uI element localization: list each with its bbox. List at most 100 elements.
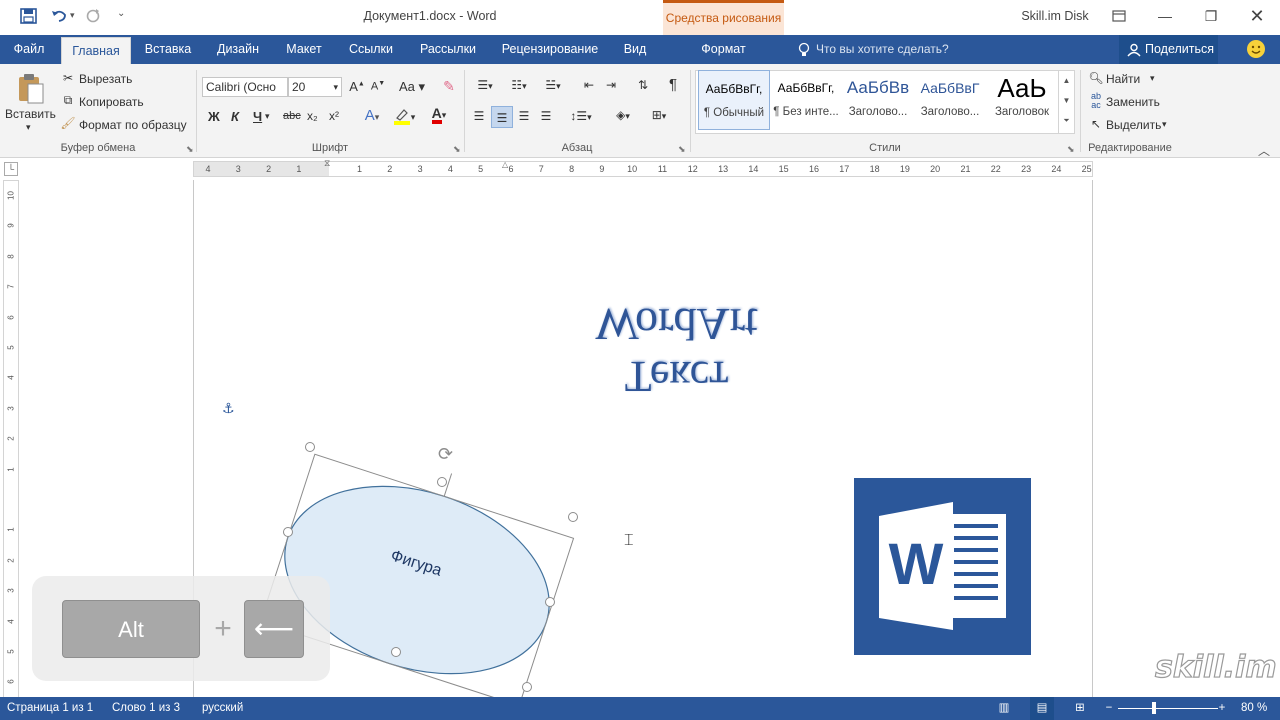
smiley-feedback-icon[interactable] [1247,40,1265,58]
zoom-in-icon[interactable]: + [1216,697,1228,720]
tab-stop-marker-icon[interactable]: △ [502,160,508,169]
web-layout-icon[interactable]: ⊞ [1070,697,1090,720]
bold-button[interactable]: Ж [208,109,220,124]
borders-icon[interactable]: ⊞▾ [644,108,674,122]
align-left-icon[interactable]: ☰ [470,109,488,123]
paste-dropdown-icon[interactable]: ▾ [26,122,31,133]
clear-formatting-icon[interactable]: ✎ [440,78,458,95]
find-dropdown-icon[interactable]: ▾ [1150,73,1155,84]
style-title[interactable]: АаЬ Заголовок [986,70,1058,130]
style-normal[interactable]: АаБбВвГг, ¶ Обычный [698,70,770,130]
plus-sign: + [214,612,232,645]
anchor-icon: ⚓ [222,400,235,416]
tell-me-input[interactable]: Что вы хотите сделать? [816,35,949,64]
superscript-button[interactable]: x² [329,109,339,123]
save-icon[interactable] [20,8,38,24]
shading-icon[interactable]: ◈▾ [608,108,638,122]
style-no-spacing[interactable]: АаБбВвГг, ¶ Без инте... [770,70,842,130]
tab-layout[interactable]: Макет [276,35,332,64]
shrink-font-icon[interactable]: A▼ [369,80,387,93]
ruler-tick-label: 2 [266,164,272,174]
restore-button[interactable]: ❐ [1188,0,1234,32]
ruler-ticks: 10 9 8 7 6 5 4 3 2 1 1 2 3 4 5 6 [4,181,18,698]
drawing-tools-context-label: Средства рисования [663,0,784,35]
styles-launcher-icon[interactable]: ⬊ [1067,144,1075,155]
font-launcher-icon[interactable]: ⬊ [453,144,461,155]
tab-selector-icon[interactable]: └ [4,162,18,176]
italic-button[interactable]: К [231,109,239,124]
undo-icon[interactable] [50,7,68,25]
highlight-icon[interactable]: ▾ [389,107,419,128]
clipboard-launcher-icon[interactable]: ⬊ [186,144,194,155]
sort-icon[interactable]: ⇅ [634,78,652,92]
ruler-tick-label: 4 [447,164,453,174]
language[interactable]: русский [202,697,243,720]
line-spacing-icon[interactable]: ↕☰▾ [566,109,596,123]
ruler-tick-label: 3 [417,164,423,174]
styles-scroll[interactable]: ▲ ▼ ⏷ [1058,71,1074,133]
tab-format[interactable]: Формат [663,35,784,64]
undo-dropdown-icon[interactable]: ▾ [70,10,75,21]
more-styles-icon[interactable]: ⏷ [1059,111,1074,131]
paste-button[interactable]: Вставить ▾ [5,70,56,140]
page-count[interactable]: Страница 1 из 1 [7,697,93,720]
tab-references[interactable]: Ссылки [338,35,404,64]
zoom-level[interactable]: 80 % [1241,697,1267,720]
tab-home[interactable]: Главная [61,37,131,64]
grow-font-icon[interactable]: A▲ [348,79,366,94]
status-bar: Страница 1 из 1 Слово 1 из 3 русский ▥ ▤… [0,697,1280,720]
account-name[interactable]: Skill.im Disk [1010,0,1100,32]
rotate-handle-icon[interactable]: ⟳ [438,444,453,465]
style-heading-1[interactable]: АаБбВв Заголово... [842,70,914,130]
font-name-input[interactable]: Calibri (Осно [202,77,288,97]
numbering-icon[interactable]: ☷▾ [504,78,534,92]
tab-mailings[interactable]: Рассылки [411,35,485,64]
increase-indent-icon[interactable]: ⇥ [602,78,620,92]
tab-review[interactable]: Рецензирование [493,35,607,64]
tab-insert[interactable]: Вставка [136,35,200,64]
minimize-button[interactable]: — [1142,0,1188,32]
align-right-icon[interactable]: ☰ [515,109,533,123]
print-layout-icon[interactable]: ▤ [1030,697,1054,720]
wordart-textbox[interactable]: Текст WordArt [574,270,779,401]
word-count[interactable]: Слово 1 из 3 [112,697,180,720]
underline-dropdown-icon[interactable]: ▾ [265,111,270,122]
tab-file[interactable]: Файл [0,35,58,64]
paragraph-launcher-icon[interactable]: ⬊ [678,144,686,155]
read-mode-icon[interactable]: ▥ [996,697,1012,720]
select-dropdown-icon[interactable]: ▾ [1162,119,1167,130]
scroll-up-icon[interactable]: ▲ [1059,71,1074,91]
text-effects-icon[interactable]: A▾ [358,107,386,124]
document-area: └ 4 3 2 1 1 2 3 4 5 6 7 8 9 10 11 12 13 14 15 16 17 18 19 20 21 2… [0,158,1280,705]
font-size-input[interactable]: 20 ▾ [288,77,342,97]
font-color-icon[interactable]: A▾ [424,106,454,124]
close-button[interactable]: ✕ [1234,0,1280,32]
style-heading-2[interactable]: АаБбВвГ Заголово... [914,70,986,130]
subscript-button[interactable]: x₂ [307,109,318,123]
font-size-dropdown-icon[interactable]: ▾ [333,78,338,96]
share-button[interactable]: Поделиться [1119,35,1218,64]
tab-view[interactable]: Вид [613,35,657,64]
change-case-icon[interactable]: Aa ▾ [397,79,427,95]
decrease-indent-icon[interactable]: ⇤ [580,78,598,92]
multilevel-list-icon[interactable]: ☱▾ [538,78,568,92]
zoom-out-icon[interactable]: − [1103,697,1115,720]
vertical-ruler[interactable]: 10 9 8 7 6 5 4 3 2 1 1 2 3 4 5 6 [3,180,19,699]
tab-design[interactable]: Дизайн [207,35,269,64]
horizontal-ruler[interactable]: 4 3 2 1 1 2 3 4 5 6 7 8 9 10 11 12 13 14 15 16 17 18 19 20 21 22 2… [193,158,1093,177]
font-group-label: Шрифт [311,142,349,154]
ribbon-display-options-icon[interactable] [1096,0,1142,32]
customize-toolbar-icon[interactable]: ⌄ [117,8,125,19]
underline-button[interactable]: Ч [253,109,262,124]
redo-icon[interactable] [85,7,101,25]
justify-icon[interactable]: ☰ [537,109,555,123]
indent-marker-icon[interactable]: ⧖ [324,158,330,169]
zoom-slider[interactable] [1118,708,1218,709]
align-center-icon[interactable]: ☰ [491,106,513,128]
show-formatting-marks-icon[interactable]: ¶ [664,76,682,93]
zoom-slider-thumb[interactable] [1152,702,1156,714]
strikethrough-button[interactable]: abc [283,110,301,122]
bullets-icon[interactable]: ☰▾ [470,78,500,92]
scroll-down-icon[interactable]: ▼ [1059,91,1074,111]
collapse-ribbon-icon[interactable]: ︿ [1258,142,1270,159]
